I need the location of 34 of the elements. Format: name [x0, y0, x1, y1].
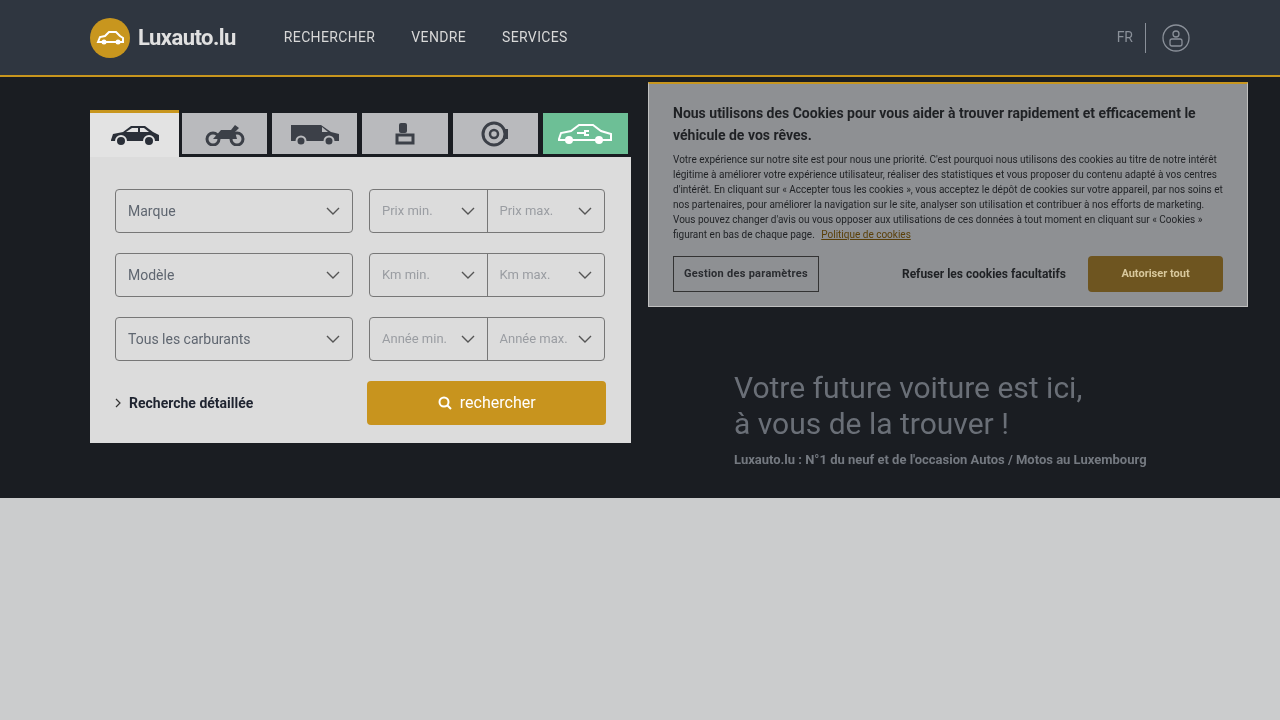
select-field[interactable]: Modèle — [115, 253, 353, 297]
chevron-down-icon — [326, 271, 340, 279]
car-logo-icon — [90, 17, 130, 58]
search-button[interactable]: rechercher — [367, 381, 606, 425]
chevron-down-icon — [326, 207, 340, 215]
accept-all-button[interactable]: Autoriser tout — [1088, 256, 1223, 292]
cookie-title: Nous utilisons des Cookies pour vous aider à trouver rapidement et efficacement le véhicule de vos rêves. — [673, 104, 1197, 145]
logo-text: Luxauto.lu — [138, 24, 236, 52]
cookie-policy-link[interactable]: Politique de cookies — [821, 229, 911, 240]
vehicle-tab[interactable] — [90, 110, 180, 157]
vehicle-tab[interactable] — [360, 110, 450, 157]
nav-link[interactable]: SERVICES — [502, 27, 568, 48]
vehicle-tab[interactable] — [180, 110, 270, 157]
cookie-text: Votre expérience sur notre site est pour nous une priorité. C'est pourquoi nous utilisons des cookies au titre de notre intérêt légitime à améliorer votre expérience utilisateur, réaliser des statistiques et vous proposer du contenu adapté à vos centres d'intérêt. En cliquant sur « Accepter tous les cookies », vous acceptez le dépôt de cookies sur votre appareil, par nos soins et nos partenaires, pour améliorer la navigation sur le site, analyser son utilisation et contribuer à nos efforts de marketing. Vous pouvez changer d'avis ou vous opposer aux utilisations de ces données à tout moment en cliquant sur « Cookies » figurant en bas de chaque page. Politique de cookies — [673, 153, 1223, 242]
vehicle-tab[interactable] — [270, 110, 360, 157]
search-icon — [437, 396, 452, 410]
select-field[interactable]: Tous les carburants — [115, 317, 353, 361]
nav-link[interactable]: RECHERCHER — [283, 27, 376, 48]
vehicle-tab[interactable] — [450, 110, 540, 157]
electric-car-icon — [557, 121, 614, 146]
chevron-right-icon — [115, 398, 121, 408]
chevron-down-icon — [326, 335, 340, 343]
car-icon — [108, 123, 161, 147]
select-field[interactable]: Marque — [115, 189, 353, 233]
vehicle-tab[interactable] — [540, 110, 630, 157]
language-button[interactable]: FR — [1116, 22, 1146, 53]
hero-title: Votre future voiture est ici, à vous de la trouver ! — [734, 370, 1084, 442]
nav-link[interactable]: VENDRE — [411, 27, 467, 48]
tire-icon — [481, 119, 510, 148]
detailed-search-link[interactable]: Recherche détaillée — [115, 392, 368, 414]
hero-subtitle: Luxauto.lu : N°1 du neuf et de l'occasion Autos / Motos au Luxembourg — [734, 452, 1148, 468]
user-icon[interactable] — [1162, 23, 1190, 52]
refuse-cookies-button[interactable]: Refuser les cookies facultatifs — [901, 265, 1066, 283]
settings-button[interactable]: Gestion des paramètres — [673, 256, 819, 292]
